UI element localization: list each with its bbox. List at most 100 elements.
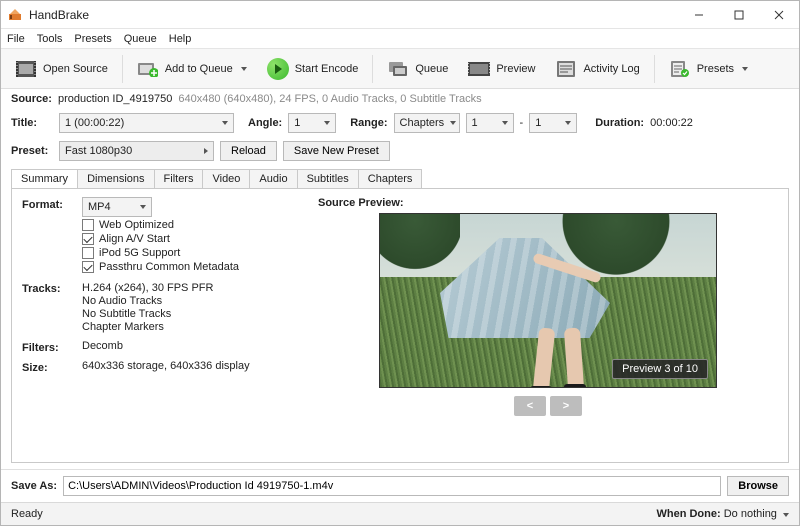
- titlebar: HandBrake: [1, 1, 799, 29]
- align-av-start-checkbox[interactable]: Align A/V Start: [82, 233, 302, 245]
- presets-icon: [669, 58, 691, 80]
- title-row: Title: 1 (00:00:22) Angle: 1 Range: Chap…: [1, 109, 799, 137]
- tab-summary[interactable]: Summary: [11, 169, 78, 188]
- range-from: 1: [472, 117, 478, 129]
- menu-queue[interactable]: Queue: [124, 33, 157, 45]
- menu-presets[interactable]: Presets: [74, 33, 111, 45]
- save-as-label: Save As:: [11, 480, 57, 492]
- angle-select[interactable]: 1: [288, 113, 336, 133]
- menu-tools[interactable]: Tools: [37, 33, 63, 45]
- track-line: No Audio Tracks: [82, 295, 302, 307]
- activity-icon: [555, 58, 577, 80]
- queue-button[interactable]: Queue: [379, 55, 456, 83]
- when-done-select[interactable]: Do nothing: [724, 508, 789, 520]
- save-new-preset-button[interactable]: Save New Preset: [283, 141, 390, 161]
- chevron-down-icon: [565, 121, 571, 125]
- presets-label: Presets: [697, 63, 734, 75]
- toolbar-divider: [372, 55, 373, 83]
- format-select[interactable]: MP4: [82, 197, 152, 217]
- checkbox-checked-icon: [82, 261, 94, 273]
- passthru-meta-checkbox[interactable]: Passthru Common Metadata: [82, 261, 302, 273]
- source-row: Source: production ID_4919750 640x480 (6…: [1, 89, 799, 109]
- reload-button[interactable]: Reload: [220, 141, 277, 161]
- chevron-down-icon: [140, 205, 146, 209]
- tracks-list: H.264 (x264), 30 FPS PFR No Audio Tracks…: [82, 281, 302, 334]
- tab-audio[interactable]: Audio: [249, 169, 297, 188]
- source-preview-label: Source Preview:: [318, 197, 404, 209]
- checkbox-icon: [82, 219, 94, 231]
- range-label: Range:: [350, 117, 387, 129]
- menu-help[interactable]: Help: [169, 33, 192, 45]
- queue-icon: [387, 58, 409, 80]
- tab-subtitles[interactable]: Subtitles: [297, 169, 359, 188]
- activity-log-label: Activity Log: [583, 63, 639, 75]
- preset-row: Preset: Fast 1080p30 Reload Save New Pre…: [1, 137, 799, 165]
- app-icon: [7, 7, 23, 23]
- status-text: Ready: [11, 508, 43, 520]
- chevron-down-icon: [241, 67, 247, 71]
- preview-column: Source Preview: Preview 3 of 10 < >: [318, 197, 778, 454]
- range-type-select[interactable]: Chapters: [394, 113, 460, 133]
- tab-dimensions[interactable]: Dimensions: [77, 169, 154, 188]
- open-source-label: Open Source: [43, 63, 108, 75]
- minimize-button[interactable]: [679, 1, 719, 29]
- preview-counter: Preview 3 of 10: [612, 359, 708, 379]
- checkbox-icon: [82, 247, 94, 259]
- queue-label: Queue: [415, 63, 448, 75]
- tab-filters[interactable]: Filters: [154, 169, 204, 188]
- play-icon: [267, 58, 289, 80]
- save-as-row: Save As: Browse: [1, 469, 799, 502]
- toolbar-divider: [122, 55, 123, 83]
- menubar: File Tools Presets Queue Help: [1, 29, 799, 49]
- source-meta: 640x480 (640x480), 24 FPS, 0 Audio Track…: [178, 93, 481, 105]
- tracks-label: Tracks:: [22, 281, 82, 295]
- chevron-down-icon: [742, 67, 748, 71]
- chevron-down-icon: [783, 513, 789, 517]
- web-optimized-label: Web Optimized: [99, 219, 174, 231]
- add-to-queue-label: Add to Queue: [165, 63, 233, 75]
- passthru-label: Passthru Common Metadata: [99, 261, 239, 273]
- format-label: Format:: [22, 197, 82, 211]
- checkbox-checked-icon: [82, 233, 94, 245]
- save-as-path-input[interactable]: [63, 476, 721, 496]
- when-done-value: Do nothing: [724, 508, 777, 520]
- format-value: MP4: [88, 201, 111, 213]
- size-value: 640x336 storage, 640x336 display: [82, 360, 302, 372]
- menu-file[interactable]: File: [7, 33, 25, 45]
- title-value: 1 (00:00:22): [65, 117, 124, 129]
- close-button[interactable]: [759, 1, 799, 29]
- browse-button[interactable]: Browse: [727, 476, 789, 496]
- preset-value: Fast 1080p30: [65, 145, 132, 157]
- maximize-button[interactable]: [719, 1, 759, 29]
- preview-icon: [468, 58, 490, 80]
- range-from-select[interactable]: 1: [466, 113, 514, 133]
- toolbar: Open Source Add to Queue Start Encode Qu…: [1, 49, 799, 89]
- web-optimized-checkbox[interactable]: Web Optimized: [82, 219, 302, 231]
- chevron-down-icon: [450, 121, 456, 125]
- presets-button[interactable]: Presets: [661, 55, 756, 83]
- tab-video[interactable]: Video: [202, 169, 250, 188]
- preset-label: Preset:: [11, 145, 53, 157]
- add-to-queue-button[interactable]: Add to Queue: [129, 55, 255, 83]
- start-encode-label: Start Encode: [295, 63, 359, 75]
- open-source-button[interactable]: Open Source: [7, 55, 116, 83]
- tab-chapters[interactable]: Chapters: [358, 169, 423, 188]
- activity-log-button[interactable]: Activity Log: [547, 55, 647, 83]
- angle-label: Angle:: [248, 117, 282, 129]
- title-select[interactable]: 1 (00:00:22): [59, 113, 234, 133]
- film-icon: [15, 58, 37, 80]
- preview-button[interactable]: Preview: [460, 55, 543, 83]
- source-preview-image: Preview 3 of 10: [379, 213, 717, 388]
- tabbar: Summary Dimensions Filters Video Audio S…: [11, 169, 789, 188]
- range-to-select[interactable]: 1: [529, 113, 577, 133]
- title-label: Title:: [11, 117, 53, 129]
- window-title: HandBrake: [29, 8, 679, 22]
- start-encode-button[interactable]: Start Encode: [259, 55, 367, 83]
- duration-label: Duration:: [595, 117, 644, 129]
- ipod-5g-checkbox[interactable]: iPod 5G Support: [82, 247, 302, 259]
- preview-next-button[interactable]: >: [550, 396, 582, 416]
- summary-left: Format: MP4 Web Optimized Align A/V Star…: [22, 197, 302, 454]
- preview-prev-button[interactable]: <: [514, 396, 546, 416]
- preset-select[interactable]: Fast 1080p30: [59, 141, 214, 161]
- chevron-down-icon: [502, 121, 508, 125]
